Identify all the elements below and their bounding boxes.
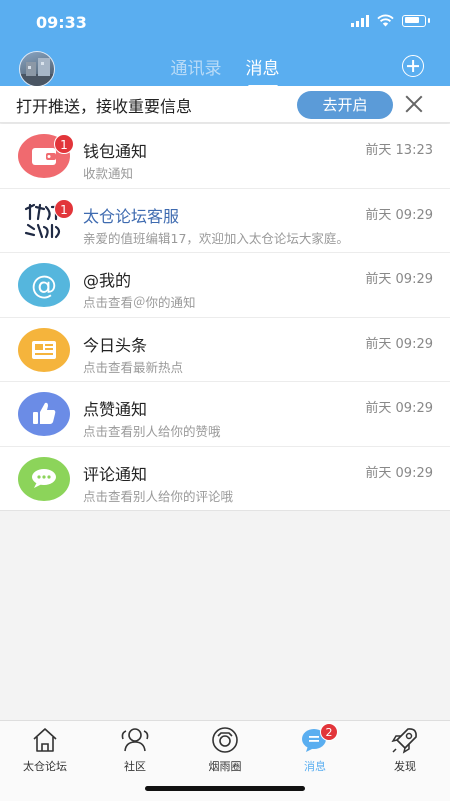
top-header: 09:33 通讯录 消息 xyxy=(0,0,450,88)
item-title: 太仓论坛客服 xyxy=(83,206,180,226)
message-icon: 2 xyxy=(300,723,338,755)
nav-label: 发现 xyxy=(394,760,416,773)
wifi-icon xyxy=(377,14,394,27)
item-subtitle: 收款通知 xyxy=(83,166,134,181)
item-time: 前天 13:23 xyxy=(365,143,433,158)
item-time: 前天 09:29 xyxy=(365,207,433,223)
signal-icon xyxy=(351,14,369,27)
unread-badge: 1 xyxy=(54,198,74,219)
home-icon xyxy=(30,725,60,755)
nav-label: 烟雨圈 xyxy=(208,760,242,773)
battery-icon xyxy=(402,14,426,27)
close-icon[interactable] xyxy=(405,95,423,113)
nav-label: 社区 xyxy=(124,760,146,773)
newspaper-icon xyxy=(18,327,70,372)
at-icon: @ xyxy=(18,263,70,307)
status-time: 09:33 xyxy=(36,13,87,32)
tab-contacts[interactable]: 通讯录 xyxy=(171,54,222,79)
item-time: 前天 09:29 xyxy=(365,401,433,416)
nav-badge: 2 xyxy=(320,723,338,741)
item-title: 评论通知 xyxy=(83,464,148,484)
community-icon xyxy=(120,725,150,755)
list-item[interactable]: 点赞通知 点击查看别人给你的赞哦 前天 09:29 xyxy=(0,382,450,447)
nav-community[interactable]: 社区 xyxy=(105,725,165,774)
nav-messages[interactable]: 2 消息 xyxy=(285,723,345,774)
list-item[interactable]: 评论通知 点击查看别人给你的评论哦 前天 09:29 xyxy=(0,447,450,511)
item-time: 前天 09:29 xyxy=(365,272,433,287)
item-time: 前天 09:29 xyxy=(365,465,433,481)
add-icon[interactable] xyxy=(402,55,424,77)
message-list: 1 钱包通知 收款通知 前天 13:23 1 太仓论坛客服 亲爱的值班编辑17，… xyxy=(0,124,450,511)
item-subtitle: 点击查看最新热点 xyxy=(83,359,184,375)
item-subtitle: 点击查看别人给你的赞哦 xyxy=(83,424,221,439)
list-item[interactable]: @ @我的 点击查看＠你的通知 前天 09:29 xyxy=(0,253,450,318)
nav-yanyuquan[interactable]: 烟雨圈 xyxy=(195,725,255,774)
status-icons xyxy=(351,14,430,27)
banner-text: 打开推送，接收重要信息 xyxy=(16,97,193,116)
item-title: @我的 xyxy=(83,271,132,290)
rocket-icon xyxy=(390,725,420,755)
battery-tip xyxy=(428,18,430,23)
list-item[interactable]: 1 钱包通知 收款通知 前天 13:23 xyxy=(0,124,450,189)
item-subtitle: 点击查看别人给你的评论哦 xyxy=(83,488,234,504)
thumbs-up-icon xyxy=(18,392,70,436)
comment-icon xyxy=(18,456,70,501)
unread-badge: 1 xyxy=(54,134,74,154)
camera-circle-icon xyxy=(210,725,240,755)
item-subtitle: 亲爱的值班编辑17，欢迎加入太仓论坛大家庭。 xyxy=(83,230,349,246)
nav-home[interactable]: 太仓论坛 xyxy=(15,725,75,774)
item-title: 今日头条 xyxy=(83,335,148,355)
nav-label: 消息 xyxy=(304,760,326,773)
home-indicator xyxy=(145,786,305,791)
tab-messages[interactable]: 消息 xyxy=(246,54,280,88)
item-subtitle: 点击查看＠你的通知 xyxy=(83,295,196,310)
item-time: 前天 09:29 xyxy=(365,336,433,352)
header-tabs: 通讯录 消息 xyxy=(0,54,450,88)
list-item[interactable]: 今日头条 点击查看最新热点 前天 09:29 xyxy=(0,318,450,382)
item-title: 钱包通知 xyxy=(83,142,148,161)
nav-label: 太仓论坛 xyxy=(23,760,67,773)
item-title: 点赞通知 xyxy=(83,400,148,419)
svg-text:@: @ xyxy=(31,271,57,301)
list-item[interactable]: 1 太仓论坛客服 亲爱的值班编辑17，欢迎加入太仓论坛大家庭。 前天 09:29 xyxy=(0,189,450,253)
nav-discover[interactable]: 发现 xyxy=(375,725,435,774)
push-banner: 打开推送，接收重要信息 去开启 xyxy=(0,86,450,123)
enable-push-button[interactable]: 去开启 xyxy=(297,91,393,119)
